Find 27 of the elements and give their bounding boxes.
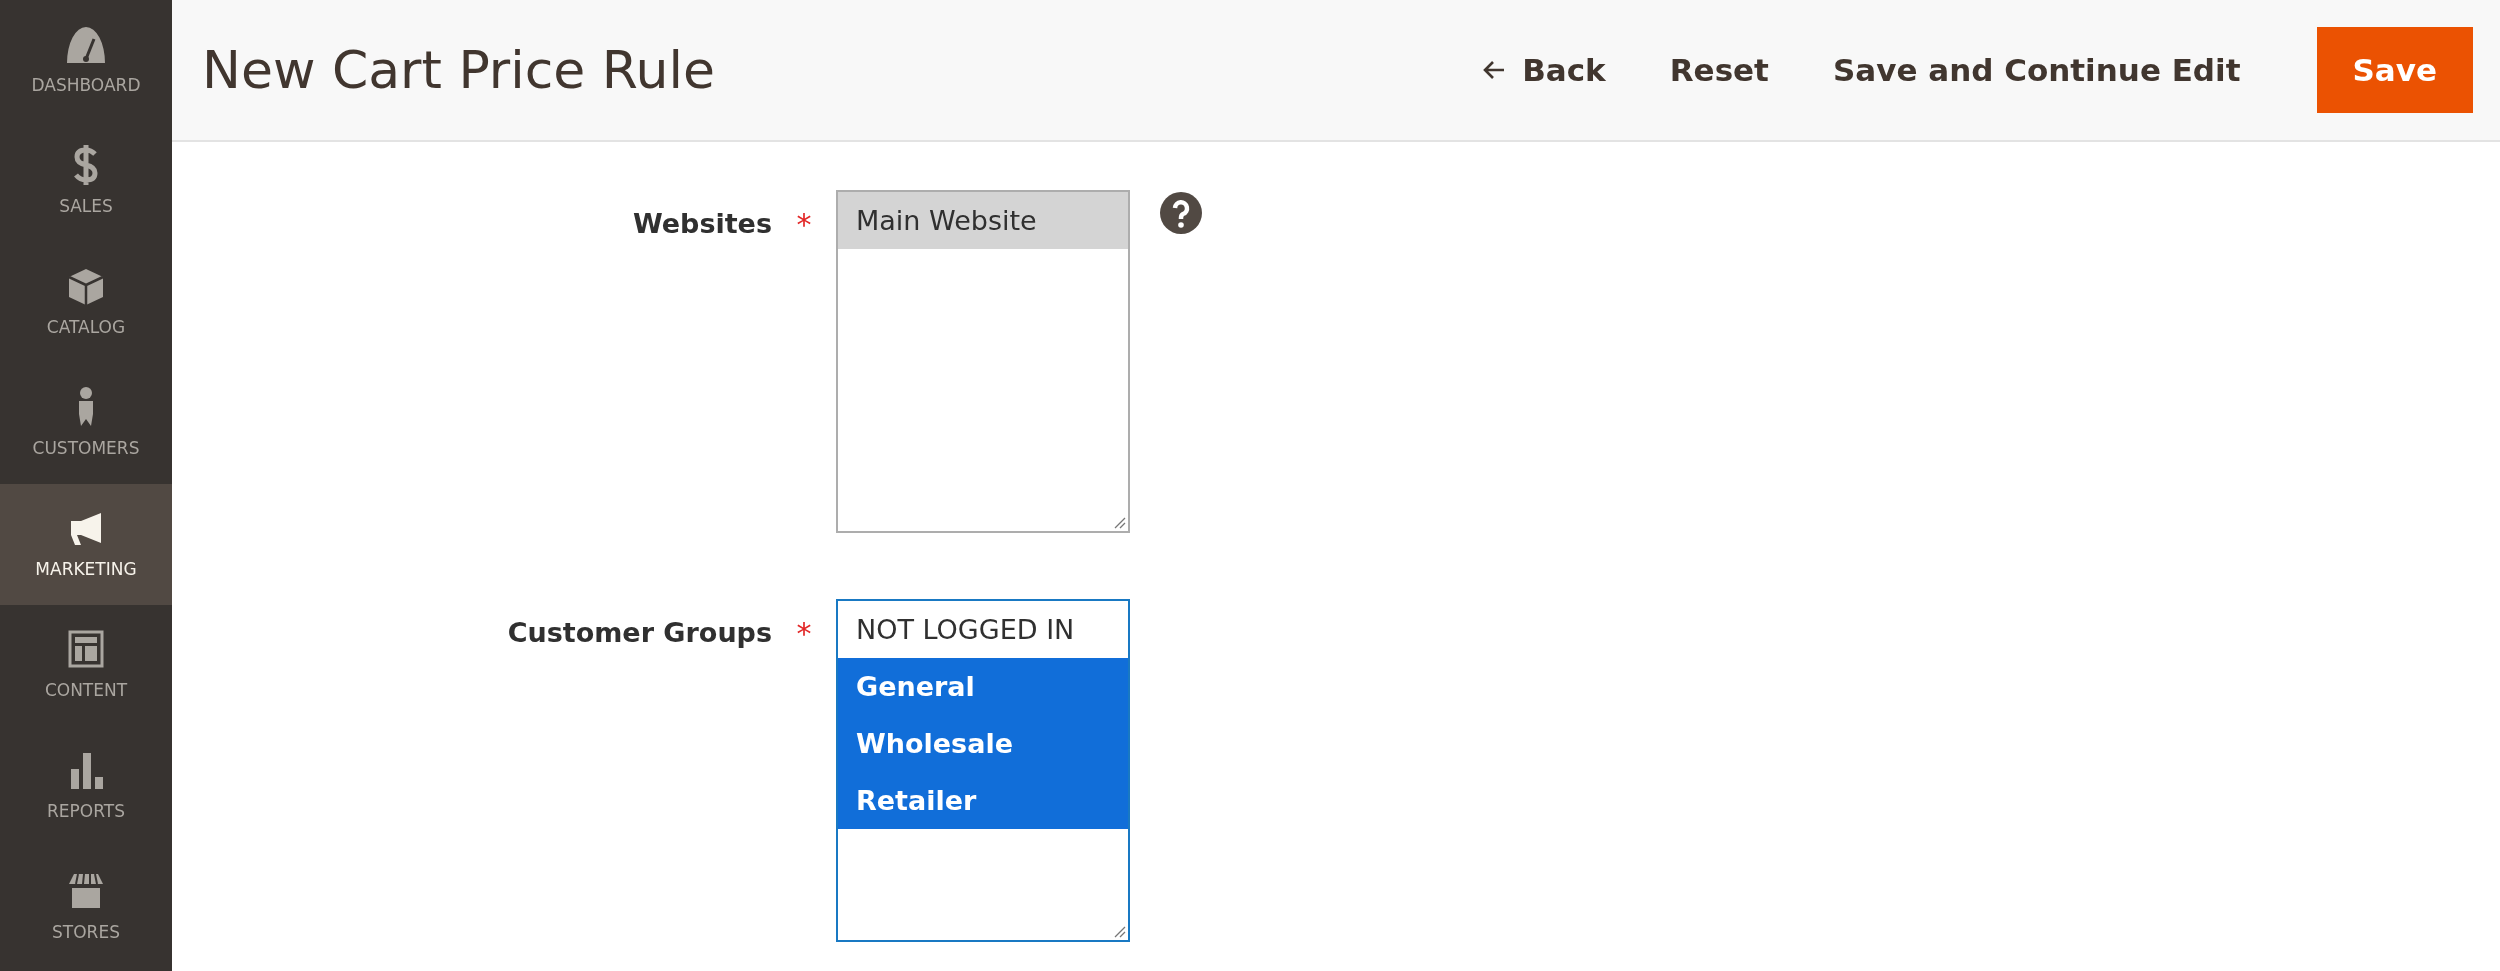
list-option[interactable]: Main Website [838,192,1128,249]
nav-item[interactable]: MARKETING [0,484,172,605]
field-label: Customer Groups [506,616,772,650]
action-button[interactable]: Save and Continue Edit [1812,36,2261,104]
nav-item[interactable]: CONTENT [0,605,172,726]
page-title: New Cart Price Rule [202,38,715,102]
nav-item[interactable]: REPORTS [0,726,172,847]
nav-item[interactable]: SALES [0,121,172,242]
required-mark: * [795,206,813,244]
list-option[interactable]: NOT LOGGED IN [838,601,1128,658]
field-label: Websites [631,207,772,241]
list-option[interactable]: Wholesale [838,715,1128,772]
nav-item[interactable]: STORES [0,847,172,968]
action-button[interactable]: Reset [1649,36,1789,104]
required-mark: * [795,615,813,653]
list-option[interactable]: General [838,658,1128,715]
back-button[interactable]: Back [1462,36,1626,104]
save-button[interactable]: Save [2316,27,2473,113]
resize-grip-icon[interactable] [1112,924,1126,938]
list-option[interactable]: Retailer [838,772,1128,829]
multiselect-field[interactable]: Main Website [836,190,1130,533]
resize-grip-icon[interactable] [1112,515,1126,529]
nav-item[interactable]: DASHBOARD [0,0,172,121]
help-icon[interactable] [1160,192,1202,234]
nav-item[interactable]: CATALOG [0,242,172,363]
nav-item[interactable]: CUSTOMERS [0,363,172,484]
multiselect-field[interactable]: NOT LOGGED IN General Wholesale Retailer [836,599,1130,942]
